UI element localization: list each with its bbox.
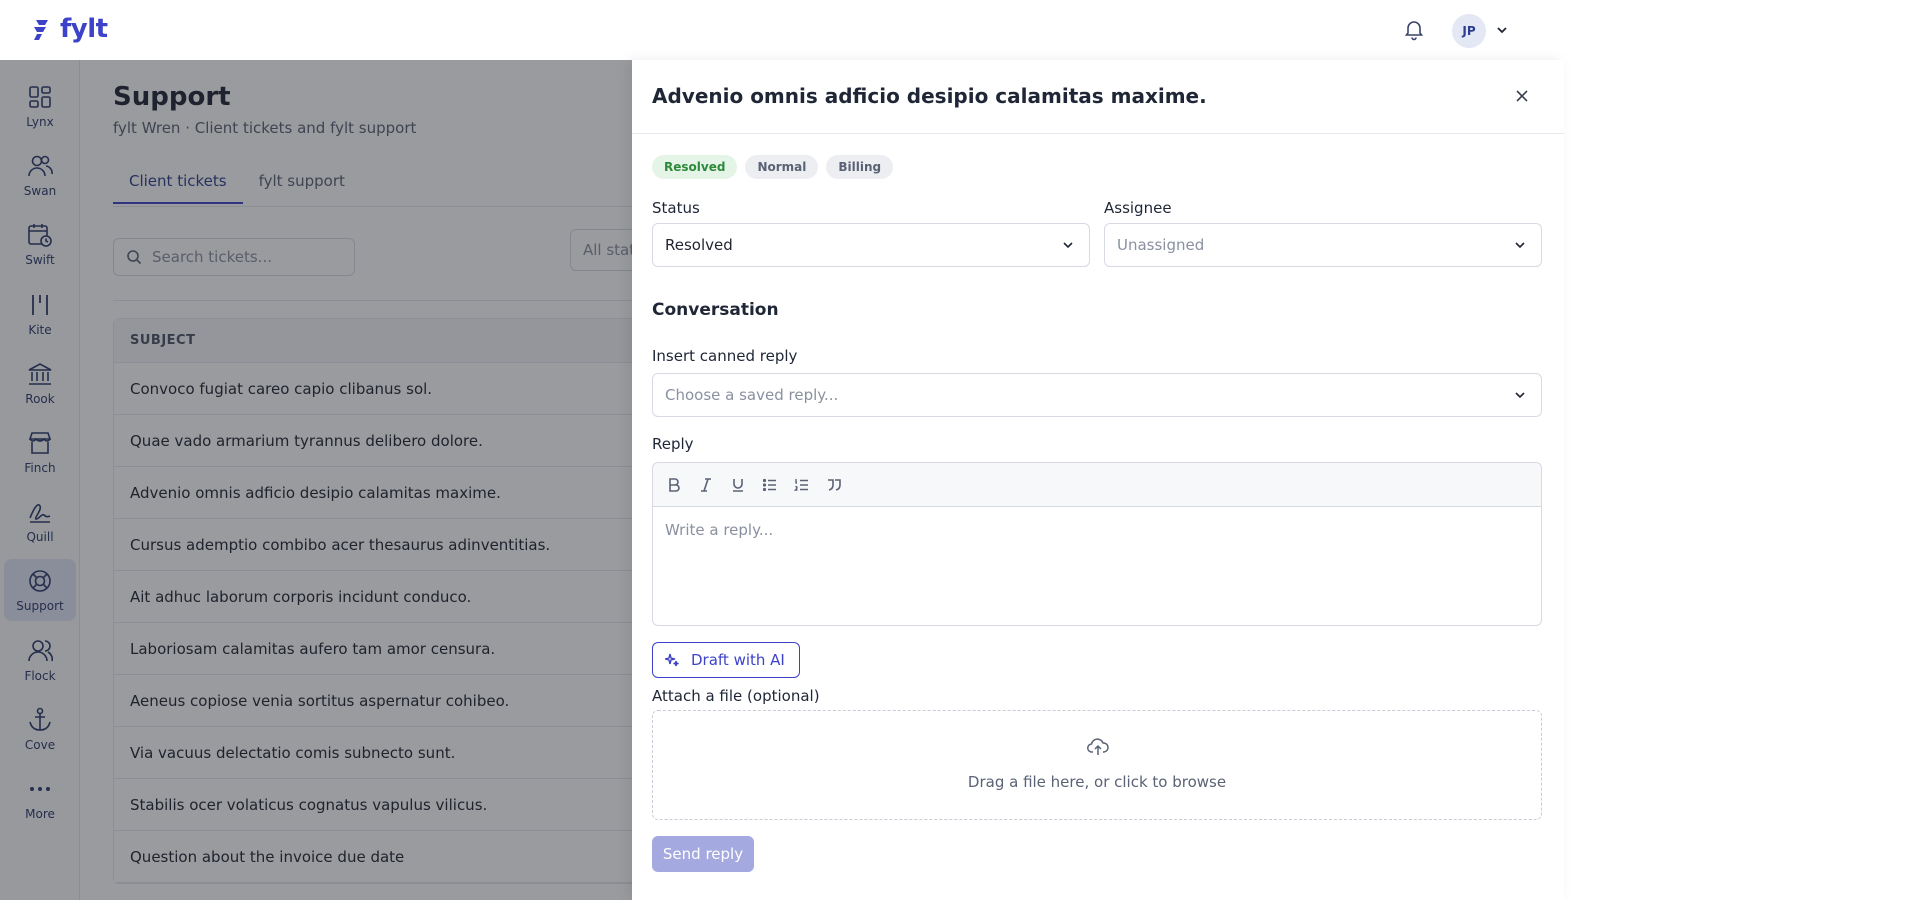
chevron-down-icon xyxy=(1515,242,1525,249)
status-select-value: Resolved xyxy=(665,236,733,254)
panel-header: Advenio omnis adficio desipio calamitas … xyxy=(632,60,1564,134)
bell-icon[interactable] xyxy=(1402,17,1426,41)
top-bar: fylt JP xyxy=(0,0,1920,60)
canned-reply-label: Insert canned reply xyxy=(652,347,798,365)
cloud-upload-icon xyxy=(1087,738,1109,755)
draft-with-ai-label: Draft with AI xyxy=(691,651,785,669)
ticket-title: Advenio omnis adficio desipio calamitas … xyxy=(652,84,1207,108)
close-icon[interactable] xyxy=(1512,86,1532,106)
chevron-down-icon xyxy=(1515,392,1525,399)
draft-with-ai-button[interactable]: Draft with AI xyxy=(652,642,800,678)
bullet-list-icon[interactable] xyxy=(761,476,779,494)
assignee-select-placeholder: Unassigned xyxy=(1117,236,1205,254)
bold-icon[interactable] xyxy=(665,476,683,494)
attach-label: Attach a file (optional) xyxy=(652,687,820,705)
status-select[interactable]: Resolved xyxy=(652,223,1090,267)
italic-icon[interactable] xyxy=(697,476,715,494)
reply-editor[interactable]: Write a reply... xyxy=(652,506,1542,626)
fylt-logo-icon xyxy=(34,20,48,40)
sparkle-icon xyxy=(665,653,679,667)
assignee-select[interactable]: Unassigned xyxy=(1104,223,1542,267)
dropzone-text: Drag a file here, or click to browse xyxy=(967,773,1227,791)
canned-reply-placeholder: Choose a saved reply... xyxy=(665,386,839,404)
logo-text: fylt xyxy=(60,14,108,44)
conversation-heading: Conversation xyxy=(652,300,779,320)
file-dropzone[interactable]: Drag a file here, or click to browse xyxy=(652,710,1542,820)
ticket-badges: Resolved Normal Billing xyxy=(652,155,894,179)
numbered-list-icon[interactable] xyxy=(793,476,811,494)
reply-label: Reply xyxy=(652,435,694,453)
underline-icon[interactable] xyxy=(729,476,747,494)
avatar[interactable]: JP xyxy=(1452,14,1486,48)
status-badge: Resolved xyxy=(652,155,738,179)
editor-toolbar xyxy=(652,462,1542,506)
quote-icon[interactable] xyxy=(825,476,843,494)
chevron-down-icon[interactable] xyxy=(1494,22,1510,38)
status-label: Status xyxy=(652,199,700,217)
canned-reply-select[interactable]: Choose a saved reply... xyxy=(652,373,1542,417)
chevron-down-icon xyxy=(1063,242,1073,249)
send-reply-button[interactable]: Send reply xyxy=(652,836,754,872)
ticket-detail-panel: Advenio omnis adficio desipio calamitas … xyxy=(632,60,1564,900)
priority-badge: Normal xyxy=(745,155,819,179)
modal-backdrop[interactable] xyxy=(0,60,632,900)
assignee-label: Assignee xyxy=(1104,199,1172,217)
category-badge: Billing xyxy=(826,155,894,179)
logo[interactable]: fylt xyxy=(30,14,108,44)
